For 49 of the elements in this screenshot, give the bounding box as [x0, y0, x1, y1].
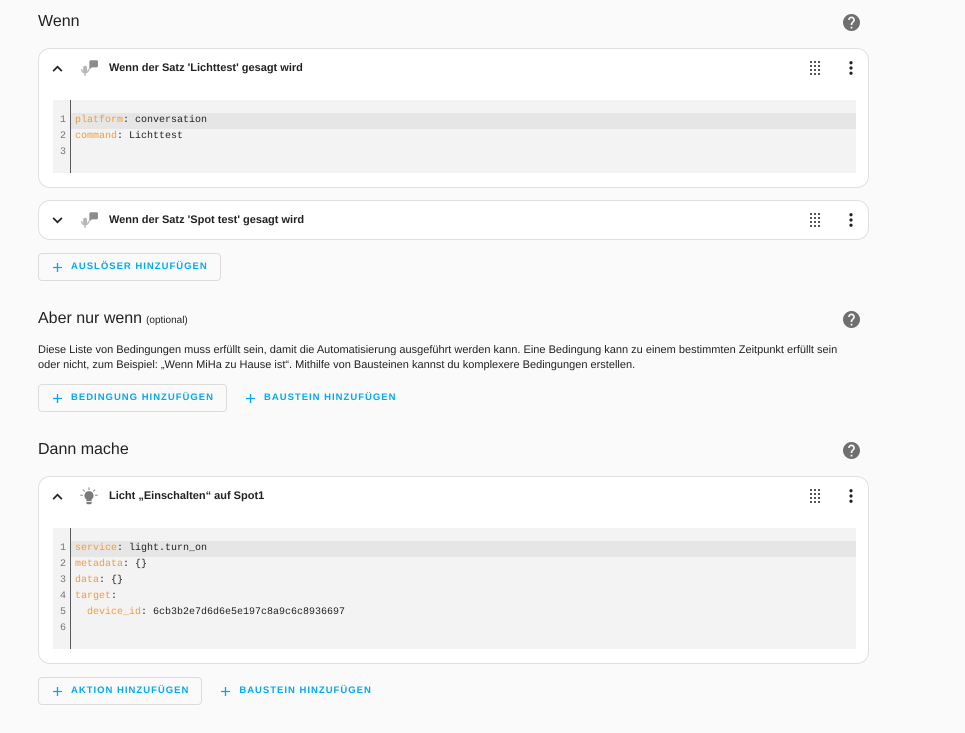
line-number: 1	[58, 114, 67, 128]
plus-icon	[246, 394, 255, 402]
card-title: Licht „Einschalten“ auf Spot1	[109, 488, 264, 504]
chevron-down-icon	[52, 216, 62, 224]
line-number: 2	[58, 558, 67, 572]
drag-handle-icon[interactable]	[810, 213, 820, 227]
add-button[interactable]: AUSLÖSER HINZUFÜGEN	[38, 253, 221, 281]
line-number: 5	[58, 606, 67, 620]
add-button[interactable]: BEDINGUNG HINZUFÜGEN	[38, 384, 227, 412]
microphone-bubble-icon	[80, 60, 98, 76]
more-vertical-icon	[849, 61, 853, 75]
code-line: metadata: {}	[74, 558, 148, 572]
line-number: 2	[58, 130, 67, 144]
help-icon[interactable]	[843, 442, 860, 458]
chevron-up-icon	[52, 64, 62, 72]
drag-handle-icon[interactable]	[810, 61, 820, 75]
code-line: target:	[74, 590, 118, 604]
more-vertical-icon	[849, 213, 853, 227]
help-icon[interactable]	[843, 310, 860, 328]
line-number: 6	[58, 622, 67, 636]
line-number: 3	[58, 574, 67, 588]
plus-icon	[53, 394, 62, 402]
chevron-up-icon	[52, 492, 62, 500]
card-title: Wenn der Satz 'Lichttest' gesagt wird	[109, 60, 303, 76]
add-button[interactable]: BAUSTEIN HINZUFÜGEN	[206, 677, 385, 705]
plus-icon	[221, 686, 230, 696]
lightbulb-icon	[80, 486, 98, 506]
section-heading: Dann mache	[38, 440, 129, 460]
section-heading: Wenn	[38, 12, 80, 32]
code-line: data: {}	[74, 574, 124, 588]
drag-handle-icon[interactable]	[810, 489, 820, 503]
plus-icon	[53, 686, 62, 696]
code-line: command: Lichttest	[74, 130, 184, 144]
help-icon[interactable]	[843, 14, 860, 30]
section-heading: Aber nur wenn	[38, 309, 142, 329]
line-number: 3	[58, 146, 67, 160]
line-number: 1	[58, 542, 67, 556]
code-editor[interactable]: 1 2 3 platform: conversation command: Lichttest	[53, 100, 856, 173]
plus-icon	[53, 262, 62, 272]
section-description: Diese Liste von Bedingungen muss erfüllt sein, damit die Automatisierung ausgeführt werden kann. Eine Bedingung kann zu einem bestimmten Zeitpunkt erfüllt sein oder nicht, zum Beispiel: „Wenn MiHa zu Hause ist“. Mithilfe von Bausteinen kannst du komplexere Bedingungen erstellen.	[38, 343, 838, 373]
add-button[interactable]: AKTION HINZUFÜGEN	[38, 677, 202, 705]
optional-note: (optional)	[146, 314, 188, 328]
add-button[interactable]: BAUSTEIN HINZUFÜGEN	[230, 384, 410, 412]
more-vertical-icon	[849, 489, 853, 503]
card-title: Wenn der Satz 'Spot test' gesagt wird	[109, 212, 304, 228]
code-line: device_id: 6cb3b2e7d6d6e5e197c8a9c6c8936697	[86, 606, 346, 620]
code-editor[interactable]: 1 2 3 4 5 6 service: light.turn_on metadata: {} data: {} target: device_id: 6cb3b2e7d6d6e5e197c8a9c6c8936697	[53, 528, 856, 649]
line-number: 4	[58, 590, 67, 604]
microphone-bubble-icon	[80, 212, 98, 228]
